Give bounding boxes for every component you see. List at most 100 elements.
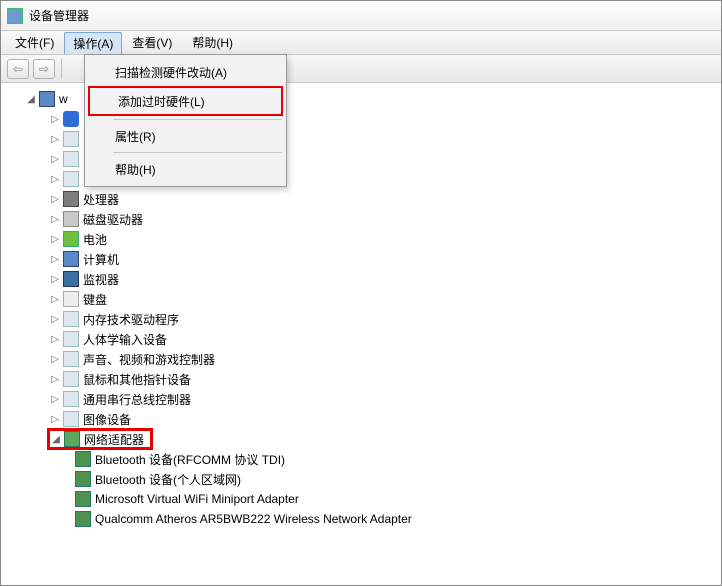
tree-mem[interactable]: ▷ 内存技术驱动程序 (7, 309, 721, 329)
menu-file-label: 文件(F) (15, 34, 54, 51)
tree-network[interactable]: ◢ 网络适配器 (7, 429, 721, 449)
arrow-left-icon: ⇦ (13, 62, 23, 76)
network-icon (64, 431, 80, 447)
tree-disk[interactable]: ▷ 磁盘驱动器 (7, 209, 721, 229)
memory-icon (63, 311, 79, 327)
device-icon (63, 151, 79, 167)
tree-label: 图像设备 (83, 411, 131, 428)
tree-label: Microsoft Virtual WiFi Miniport Adapter (95, 492, 299, 506)
dropdown-separator (113, 119, 282, 120)
expand-icon[interactable]: ▷ (49, 333, 61, 345)
sound-icon (63, 351, 79, 367)
tree-label: 键盘 (83, 291, 107, 308)
menu-action[interactable]: 操作(A) (64, 32, 122, 54)
tree-hid[interactable]: ▷ 人体学输入设备 (7, 329, 721, 349)
tree-keyboard[interactable]: ▷ 键盘 (7, 289, 721, 309)
tree-label: 计算机 (83, 251, 119, 268)
expand-icon[interactable]: ▷ (49, 293, 61, 305)
computer-icon (63, 251, 79, 267)
expand-icon[interactable]: ▷ (49, 213, 61, 225)
titlebar: 设备管理器 (1, 1, 721, 31)
tree-label: 电池 (83, 231, 107, 248)
keyboard-icon (63, 291, 79, 307)
tree-monitor[interactable]: ▷ 监视器 (7, 269, 721, 289)
imaging-icon (63, 411, 79, 427)
expand-icon[interactable]: ▷ (49, 393, 61, 405)
menu-view[interactable]: 查看(V) (122, 31, 182, 54)
cpu-icon (63, 191, 79, 207)
tree-label: 通用串行总线控制器 (83, 391, 191, 408)
menu-help[interactable]: 帮助(H) (182, 31, 243, 54)
forward-button[interactable]: ⇨ (33, 59, 55, 79)
tree-net-item[interactable]: Microsoft Virtual WiFi Miniport Adapter (7, 489, 721, 509)
arrow-right-icon: ⇨ (39, 62, 49, 76)
tree-usb[interactable]: ▷ 通用串行总线控制器 (7, 389, 721, 409)
collapse-icon[interactable]: ◢ (50, 433, 62, 445)
menu-file[interactable]: 文件(F) (5, 31, 64, 54)
tree-cpu[interactable]: ▷ 处理器 (7, 189, 721, 209)
tree-net-item[interactable]: Qualcomm Atheros AR5BWB222 Wireless Netw… (7, 509, 721, 529)
toolbar-separator (61, 59, 62, 79)
tree-label: 鼠标和其他指针设备 (83, 371, 191, 388)
expand-icon[interactable]: ▷ (49, 173, 61, 185)
menu-view-label: 查看(V) (132, 34, 172, 51)
action-dropdown: 扫描检测硬件改动(A) 添加过时硬件(L) 属性(R) 帮助(H) (84, 54, 287, 187)
expand-icon[interactable]: ▷ (49, 353, 61, 365)
tree-label: Bluetooth 设备(RFCOMM 协议 TDI) (95, 451, 285, 468)
tree-imaging[interactable]: ▷ 图像设备 (7, 409, 721, 429)
tree-label: 监视器 (83, 271, 119, 288)
tree-label: 网络适配器 (84, 431, 144, 448)
dropdown-scan[interactable]: 扫描检测硬件改动(A) (87, 59, 284, 85)
device-icon (63, 131, 79, 147)
dropdown-label: 扫描检测硬件改动(A) (115, 64, 227, 81)
mouse-icon (63, 371, 79, 387)
hid-icon (63, 331, 79, 347)
dropdown-help[interactable]: 帮助(H) (87, 156, 284, 182)
tree-battery[interactable]: ▷ 电池 (7, 229, 721, 249)
dropdown-label: 添加过时硬件(L) (118, 93, 205, 110)
tree-label: 处理器 (83, 191, 119, 208)
expand-icon[interactable]: ▷ (49, 313, 61, 325)
tree-label: Bluetooth 设备(个人区域网) (95, 471, 241, 488)
root-label: w (59, 92, 68, 106)
tree-computer[interactable]: ▷ 计算机 (7, 249, 721, 269)
expand-icon[interactable]: ▷ (49, 193, 61, 205)
tree-label: 内存技术驱动程序 (83, 311, 179, 328)
dropdown-separator (113, 152, 282, 153)
adapter-icon (75, 511, 91, 527)
expand-icon[interactable]: ▷ (49, 373, 61, 385)
menu-help-label: 帮助(H) (192, 34, 233, 51)
tree-label: 磁盘驱动器 (83, 211, 143, 228)
expand-icon[interactable]: ▷ (49, 113, 61, 125)
adapter-icon (75, 451, 91, 467)
tree-net-item[interactable]: Bluetooth 设备(个人区域网) (7, 469, 721, 489)
device-icon (63, 171, 79, 187)
tree-sound[interactable]: ▷ 声音、视频和游戏控制器 (7, 349, 721, 369)
adapter-icon (75, 491, 91, 507)
window: 设备管理器 文件(F) 操作(A) 查看(V) 帮助(H) ⇦ ⇨ ◢ w ▷ … (0, 0, 722, 586)
expand-icon[interactable]: ▷ (49, 233, 61, 245)
dropdown-label: 属性(R) (115, 128, 156, 145)
monitor-icon (63, 271, 79, 287)
tree-mouse[interactable]: ▷ 鼠标和其他指针设备 (7, 369, 721, 389)
tree-net-item[interactable]: Bluetooth 设备(RFCOMM 协议 TDI) (7, 449, 721, 469)
tree-label: 人体学输入设备 (83, 331, 167, 348)
tree-label: Qualcomm Atheros AR5BWB222 Wireless Netw… (95, 512, 412, 526)
usb-icon (63, 391, 79, 407)
dropdown-properties[interactable]: 属性(R) (87, 123, 284, 149)
adapter-icon (75, 471, 91, 487)
bluetooth-icon (63, 111, 79, 127)
expand-icon[interactable]: ▷ (49, 153, 61, 165)
expand-icon[interactable]: ▷ (49, 413, 61, 425)
dropdown-add-legacy[interactable]: 添加过时硬件(L) (90, 88, 281, 114)
tree-label: 声音、视频和游戏控制器 (83, 351, 215, 368)
computer-icon (39, 91, 55, 107)
menu-action-label: 操作(A) (73, 35, 113, 52)
window-title: 设备管理器 (29, 7, 89, 24)
expand-icon[interactable]: ▷ (49, 253, 61, 265)
collapse-icon[interactable]: ◢ (25, 93, 37, 105)
expand-icon[interactable]: ▷ (49, 133, 61, 145)
back-button[interactable]: ⇦ (7, 59, 29, 79)
expand-icon[interactable]: ▷ (49, 273, 61, 285)
highlight-box: 添加过时硬件(L) (88, 86, 283, 116)
